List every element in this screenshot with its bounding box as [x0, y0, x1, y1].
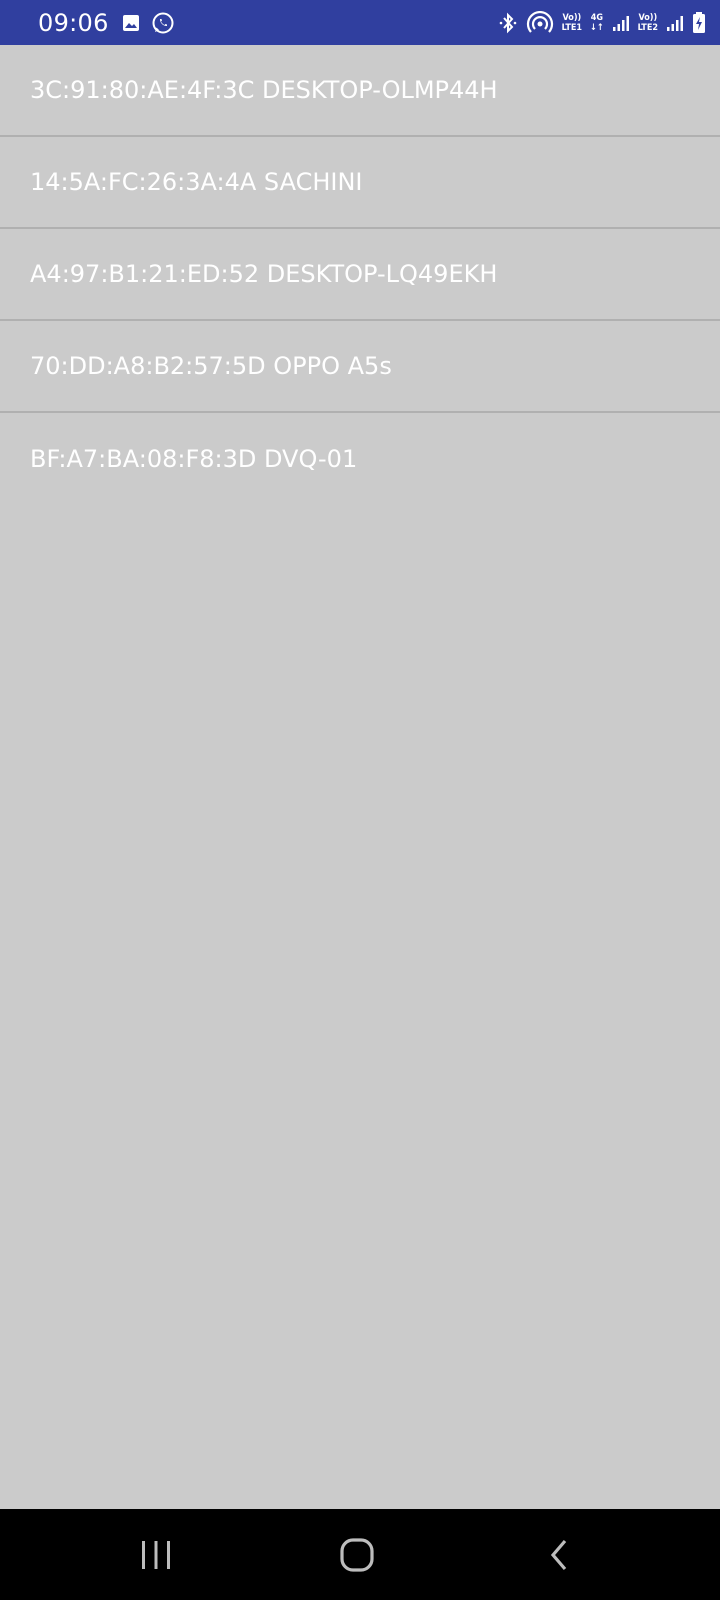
sim1-volte-bottom: LTE1: [561, 22, 583, 33]
gallery-icon: [121, 13, 141, 33]
whatsapp-icon: [151, 11, 175, 35]
network-type-bottom: ↓↑: [590, 22, 604, 33]
back-button[interactable]: [499, 1509, 619, 1600]
sim2-volte-bottom: LTE2: [637, 22, 658, 33]
signal-sim2-icon: [666, 13, 684, 33]
device-list: 3C:91:80:AE:4F:3C DESKTOP-OLMP44H 14:5A:…: [0, 45, 720, 505]
battery-charging-icon: [692, 11, 706, 35]
hotspot-icon: [526, 10, 554, 35]
signal-sim1-icon: [612, 13, 630, 33]
list-item[interactable]: 3C:91:80:AE:4F:3C DESKTOP-OLMP44H: [0, 45, 720, 137]
network-type-indicator: 4G ↓↑: [590, 13, 604, 33]
list-item[interactable]: BF:A7:BA:08:F8:3D DVQ-01: [0, 413, 720, 505]
home-icon: [339, 1537, 375, 1573]
list-item[interactable]: 14:5A:FC:26:3A:4A SACHINI: [0, 137, 720, 229]
sim1-volte-indicator: Vo)) LTE1: [562, 13, 582, 33]
network-type-top: 4G: [590, 12, 603, 23]
status-right: Vo)) LTE1 4G ↓↑ Vo)) LTE2: [498, 0, 706, 45]
sim1-volte-top: Vo)): [562, 12, 582, 23]
list-item[interactable]: 70:DD:A8:B2:57:5D OPPO A5s: [0, 321, 720, 413]
bluetooth-icon: [498, 11, 518, 35]
sim2-volte-top: Vo)): [638, 12, 658, 23]
recents-icon: [139, 1539, 173, 1571]
back-icon: [547, 1537, 571, 1573]
sim2-volte-indicator: Vo)) LTE2: [638, 13, 658, 33]
status-bar: 09:06 Vo)) LTE1 4G ↓↑ Vo)) LTE2: [0, 0, 720, 45]
clock: 09:06: [38, 8, 109, 37]
recents-button[interactable]: [96, 1509, 216, 1600]
home-button[interactable]: [297, 1509, 417, 1600]
navigation-bar: [0, 1509, 720, 1600]
status-left: 09:06: [38, 0, 175, 45]
list-item[interactable]: A4:97:B1:21:ED:52 DESKTOP-LQ49EKH: [0, 229, 720, 321]
